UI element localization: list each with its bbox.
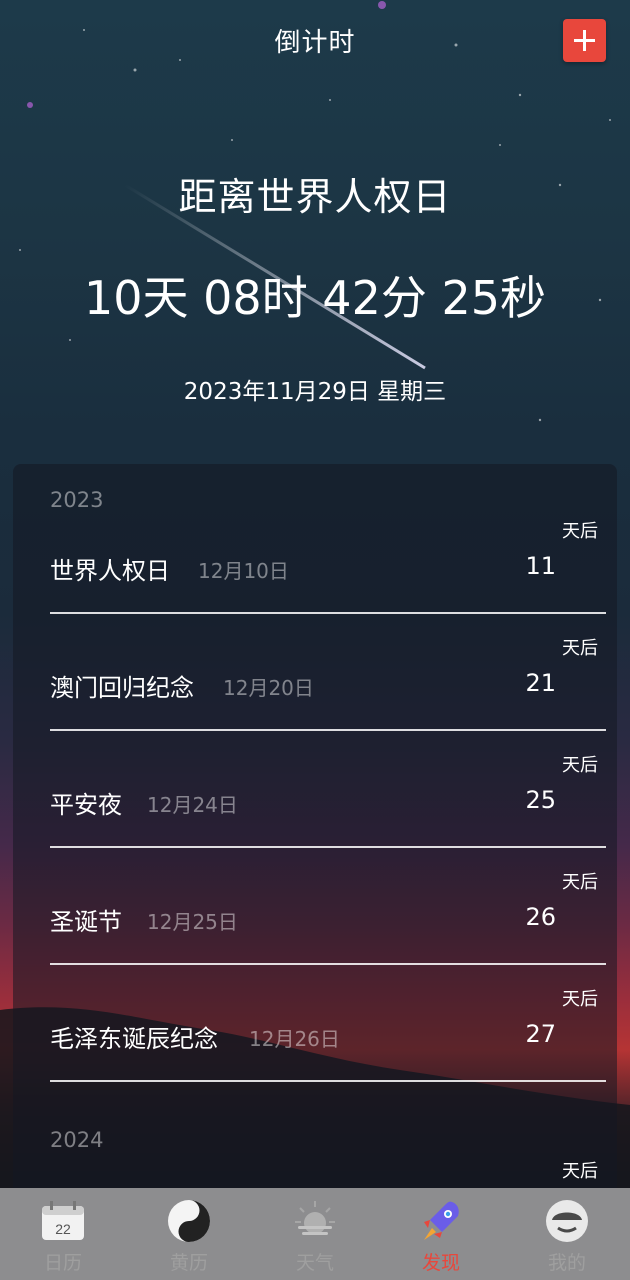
tab-label: 我的	[547, 1252, 586, 1274]
calendar-icon: 22	[42, 1201, 84, 1240]
days-suffix: 天后	[562, 989, 598, 1010]
rocket-icon	[424, 1201, 459, 1240]
tab-label: 日历	[43, 1252, 82, 1274]
calendar-icon-day: 22	[55, 1221, 71, 1237]
yin-yang-icon	[168, 1200, 210, 1242]
event-date: 12月20日	[223, 676, 314, 700]
event-name: 澳门回归纪念	[50, 674, 194, 702]
add-event-button[interactable]	[563, 19, 606, 62]
event-row[interactable]: 毛泽东诞辰纪念 12月26日 27 天后	[50, 965, 606, 1082]
days-suffix: 天后	[562, 872, 598, 893]
days-remaining: 21	[525, 669, 556, 697]
tab-profile[interactable]: 我的	[504, 1188, 630, 1280]
days-remaining: 26	[525, 903, 556, 931]
event-row[interactable]: 世界人权日 12月10日 11 天后	[50, 497, 606, 614]
tab-discover[interactable]: 发现	[378, 1188, 504, 1280]
event-date: 12月25日	[147, 910, 238, 934]
profile-face-icon	[546, 1200, 588, 1242]
days-remaining: 11	[525, 552, 556, 580]
tab-weather[interactable]: 天气	[252, 1188, 378, 1280]
current-date: 2023年11月29日 星期三	[183, 379, 447, 405]
event-date: 12月10日	[198, 559, 289, 583]
event-name: 世界人权日	[50, 557, 170, 585]
event-name: 平安夜	[50, 791, 122, 819]
tab-almanac[interactable]: 黄历	[126, 1188, 252, 1280]
hero-event-title: 距离世界人权日	[178, 175, 452, 219]
event-row[interactable]: 澳门回归纪念 12月20日 21 天后	[50, 614, 606, 731]
days-suffix: 天后	[562, 1161, 598, 1182]
tab-label: 黄历	[169, 1252, 208, 1274]
event-row[interactable]: 圣诞节 12月25日 26 天后	[50, 848, 606, 965]
bottom-tab-bar: 22 日历 黄历 天气 发现 我的	[0, 1188, 630, 1280]
tab-calendar[interactable]: 22 日历	[0, 1188, 126, 1280]
event-name: 圣诞节	[50, 908, 122, 936]
tab-label: 天气	[295, 1252, 334, 1274]
sun-cloud-icon	[295, 1201, 335, 1235]
page-title: 倒计时	[274, 28, 356, 58]
event-date: 12月26日	[249, 1027, 340, 1051]
event-date: 12月24日	[147, 793, 238, 817]
days-suffix: 天后	[562, 521, 598, 542]
tab-label: 发现	[421, 1252, 460, 1274]
countdown-timer: 10天 08时 42分 25秒	[84, 271, 546, 325]
event-name: 毛泽东诞辰纪念	[50, 1025, 218, 1053]
days-remaining: 25	[525, 786, 556, 814]
days-suffix: 天后	[562, 755, 598, 776]
events-list[interactable]: 2023 世界人权日 12月10日 11 天后 澳门回归纪念 12月20日 21…	[13, 464, 617, 1204]
event-row[interactable]: 平安夜 12月24日 25 天后	[50, 731, 606, 848]
days-remaining: 27	[525, 1020, 556, 1048]
days-suffix: 天后	[562, 638, 598, 659]
